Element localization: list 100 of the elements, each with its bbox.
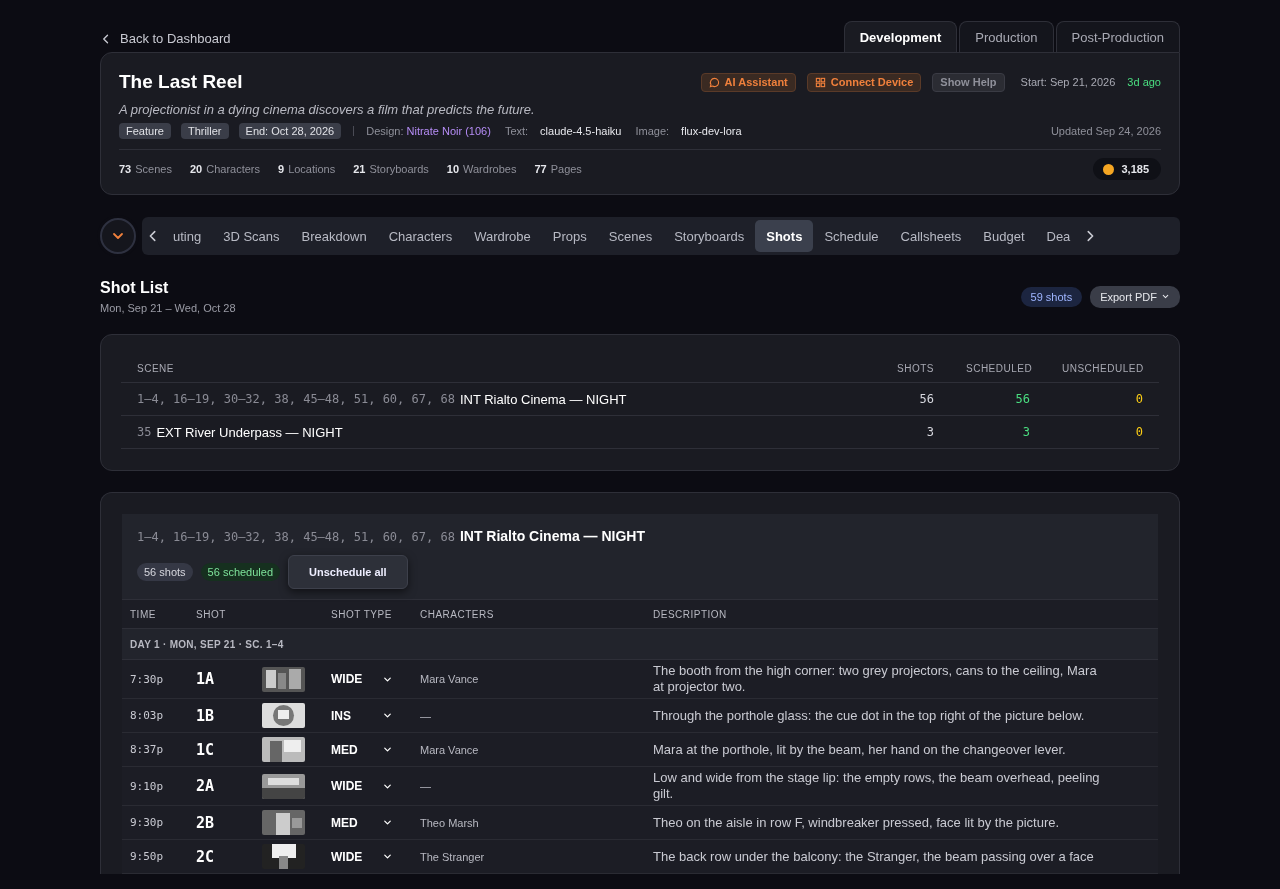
phase-tab[interactable]: Development	[843, 21, 958, 52]
logline: A projectionist in a dying cinema discovers a film that predicts the future.	[119, 102, 536, 117]
stat: 73 Scenes	[119, 163, 172, 175]
shot-count-badge: 59 shots	[1020, 286, 1083, 307]
help-button[interactable]: Show Help	[932, 72, 1005, 92]
phase-tab[interactable]: Post-Production	[1055, 21, 1180, 52]
section-tab[interactable]: Budget	[972, 220, 1036, 252]
meta-label: Text:	[504, 125, 529, 137]
meta-label: Design:	[366, 125, 404, 137]
character-names: Theo Marsh	[420, 816, 479, 829]
column-header: UNSCHEDULED	[1046, 353, 1159, 383]
project-title: The Last Reel	[119, 71, 244, 93]
meta-value: claude-4.5-haiku	[540, 125, 622, 137]
section-tab[interactable]: Dea	[1035, 220, 1082, 252]
character-names: Mara Vance	[420, 673, 479, 685]
chevron-down-icon	[382, 744, 393, 755]
shot-number: 2A	[196, 777, 215, 795]
shot-type-select[interactable]: WIDE	[331, 779, 393, 793]
export-button[interactable]: Export PDF	[1090, 285, 1180, 308]
stat: 20 Characters	[189, 163, 260, 175]
scene-heading: INT Rialto Cinema — NIGHT	[459, 391, 627, 407]
shot-type-select[interactable]: MED	[331, 742, 393, 757]
table-cell: 3	[860, 416, 950, 449]
chevron-down-icon	[1161, 292, 1170, 301]
section-tab[interactable]: 3D Scans	[212, 220, 291, 252]
credits-badge: 3,185	[1093, 158, 1161, 180]
section-title: Shot List	[100, 279, 170, 297]
column-header: SCENE	[121, 353, 860, 383]
scene-numbers: 1–4, 16–19, 30–32, 38, 45–48, 51, 60, 67, 68	[137, 392, 455, 406]
table-cell: 0	[1046, 383, 1159, 416]
shot-time: 9:50p	[130, 850, 164, 863]
character-names: Mara Vance	[420, 743, 479, 756]
chevron-down-icon	[382, 817, 393, 828]
scene-heading: EXT River Underpass — NIGHT	[156, 424, 343, 440]
section-tab[interactable]: Shots	[755, 220, 814, 252]
shot-time: 9:10p	[130, 779, 164, 793]
section-tab[interactable]: Breakdown	[290, 220, 378, 252]
shot-description: Mara at the porthole, lit by the beam, her hand on the changeover lever.	[653, 741, 1066, 758]
shot-description: The booth from the high corner: two grey projectors, cans to the ceiling, Mara at projector two.	[653, 663, 1098, 695]
connect-button[interactable]: Connect Device	[806, 72, 922, 92]
tag: End: Oct 28, 2026	[238, 123, 342, 139]
stat: 21 Storyboards	[353, 163, 429, 175]
scene-numbers: 35	[137, 425, 152, 439]
stat: 77 Pages	[534, 163, 582, 175]
relative-time: 3d ago	[1127, 76, 1161, 88]
shot-time: 8:03p	[130, 709, 164, 722]
table-cell: 0	[1046, 416, 1159, 449]
meta-value: flux-dev-lora	[681, 125, 742, 137]
section-tab[interactable]: Wardrobe	[463, 220, 542, 252]
table-cell: 3	[950, 416, 1046, 449]
grid-icon	[814, 76, 826, 88]
stat: 10 Wardrobes	[446, 163, 517, 175]
section-tab[interactable]: Props	[541, 220, 598, 252]
unschedule-button[interactable]: Unschedule all	[288, 555, 408, 589]
section-tab[interactable]: Scenes	[597, 220, 664, 252]
shot-number: 1A	[196, 670, 215, 688]
chevron-down-icon	[382, 710, 393, 721]
column-header: SHOTS	[860, 353, 950, 383]
section-tab[interactable]: Storyboards	[663, 220, 756, 252]
section-tab[interactable]: Characters	[377, 220, 464, 252]
character-names: The Stranger	[420, 850, 485, 863]
phase-tab[interactable]: Production	[959, 21, 1054, 52]
back-link[interactable]: Back to Dashboard	[100, 31, 231, 52]
shot-number: 2B	[196, 813, 215, 832]
shot-description: Low and wide from the stage lip: the empty rows, the beam overhead, peeling gilt.	[653, 770, 1101, 802]
coin-icon	[1103, 163, 1115, 175]
shot-time: 8:37p	[130, 743, 164, 756]
character-names: —	[420, 780, 431, 792]
stat: 9 Locations	[278, 163, 336, 175]
chevron-down-icon	[382, 851, 393, 862]
day-header: DAY 1 · MON, SEP 21 · SC. 1–4	[122, 629, 1158, 660]
shot-time: 7:30p	[130, 672, 164, 686]
shot-type-select[interactable]: INS	[331, 708, 393, 723]
scene-numbers: 1–4, 16–19, 30–32, 38, 45–48, 51, 60, 67, 68	[137, 530, 455, 544]
tag: Feature	[119, 123, 171, 139]
table-cell: 56	[950, 383, 1046, 416]
shot-type-select[interactable]: WIDE	[331, 672, 393, 686]
section-tab[interactable]: Schedule	[813, 220, 890, 252]
scheduled-badge: 56 scheduled	[200, 563, 281, 581]
tag: Thriller	[180, 123, 229, 139]
start-date: Start: Sep 21, 2026	[1020, 76, 1116, 88]
shot-number: 1C	[196, 740, 215, 759]
shot-time: 9:30p	[130, 816, 164, 829]
character-names: —	[420, 709, 431, 722]
shot-type-select[interactable]: WIDE	[331, 849, 393, 864]
table-cell: 56	[860, 383, 950, 416]
shots-badge: 56 shots	[137, 563, 193, 581]
scene-heading: INT Rialto Cinema — NIGHT	[459, 528, 645, 544]
shot-description: The back row under the balcony: the Stranger, the beam passing over a face	[653, 848, 1094, 865]
shot-type-select[interactable]: MED	[331, 815, 393, 830]
meta-value: Nitrate Noir (106)	[406, 125, 491, 137]
section-tab[interactable]: uting	[162, 220, 213, 252]
date-range: Mon, Sep 21 – Wed, Oct 28	[100, 302, 236, 314]
collapse-button[interactable]	[100, 218, 136, 254]
shot-number: 2C	[196, 847, 215, 866]
meta-label: Image:	[635, 125, 670, 137]
section-tab[interactable]: Callsheets	[889, 220, 973, 252]
shot-description: Theo on the aisle in row F, windbreaker pressed, face lit by the picture.	[653, 814, 1060, 831]
assistant-button[interactable]: AI Assistant	[700, 72, 796, 92]
shot-number: 1B	[196, 706, 215, 725]
